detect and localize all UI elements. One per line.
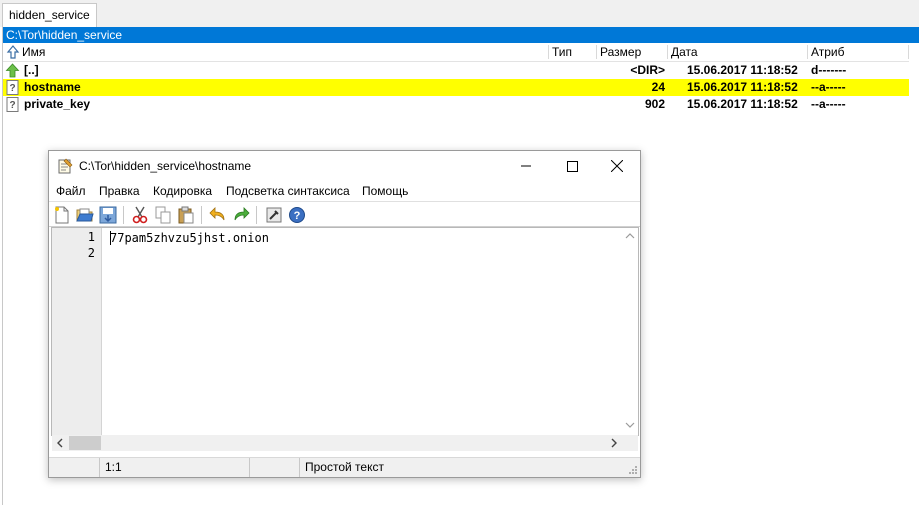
tab-hidden-service[interactable]: hidden_service <box>2 3 97 27</box>
current-path: C:\Tor\hidden_service <box>6 28 123 42</box>
toolbar-separator <box>123 206 124 224</box>
column-name[interactable]: Имя <box>22 43 45 61</box>
toolbar-separator <box>256 206 257 224</box>
status-empty-cell <box>249 458 299 477</box>
up-arrow-icon <box>5 63 20 78</box>
cut-icon[interactable] <box>131 206 149 224</box>
tab-label: hidden_service <box>9 8 90 22</box>
window-title: C:\Tor\hidden_service\hostname <box>79 159 252 173</box>
tab-strip: hidden_service <box>0 0 919 27</box>
menu-bar: Файл Правка Кодировка Подсветка синтакси… <box>49 181 640 201</box>
resize-grip-icon[interactable] <box>628 465 638 475</box>
maximize-icon <box>566 160 578 172</box>
unknown-file-icon: ? <box>6 80 19 95</box>
file-attr: d------- <box>811 63 847 77</box>
path-bar[interactable]: C:\Tor\hidden_service <box>3 27 919 43</box>
sort-up-arrow-icon[interactable] <box>6 44 20 60</box>
maximize-button[interactable] <box>549 151 595 181</box>
text-editor[interactable]: 1 2 77pam5zhvzu5jhst.onion <box>51 227 639 451</box>
syntax-mode[interactable]: Простой текст <box>299 458 499 477</box>
horizontal-scrollbar-track <box>52 435 638 451</box>
file-row-private-key[interactable]: ? private_key 902 15.06.2017 11:18:52 --… <box>3 96 909 113</box>
column-size[interactable]: Размер <box>600 43 641 61</box>
menu-syntax[interactable]: Подсветка синтаксиса <box>226 181 350 201</box>
text-caret <box>110 231 111 245</box>
column-separator[interactable] <box>807 45 808 59</box>
cursor-position: 1:1 <box>99 458 249 477</box>
status-bar: 1:1 Простой текст <box>49 457 640 477</box>
svg-text:?: ? <box>9 83 15 94</box>
file-date: 15.06.2017 11:18:52 <box>687 80 798 94</box>
file-size: 24 <box>651 80 665 94</box>
save-icon[interactable] <box>99 206 117 224</box>
column-separator[interactable] <box>548 45 549 59</box>
line-number: 1 <box>87 230 95 244</box>
menu-help[interactable]: Помощь <box>362 181 408 201</box>
copy-icon[interactable] <box>154 206 172 224</box>
paste-icon[interactable] <box>177 206 195 224</box>
line-number: 2 <box>87 246 95 260</box>
column-header: Имя Тип Размер Дата Атриб <box>3 43 909 62</box>
minimize-icon <box>521 165 531 167</box>
file-date: 15.06.2017 11:18:52 <box>687 97 798 111</box>
column-separator[interactable] <box>908 45 909 59</box>
column-separator[interactable] <box>596 45 597 59</box>
menu-edit[interactable]: Правка <box>99 181 140 201</box>
undo-icon[interactable] <box>209 206 227 224</box>
file-attr: --a----- <box>811 80 846 94</box>
new-file-icon[interactable] <box>53 206 71 224</box>
column-type[interactable]: Тип <box>552 43 572 61</box>
vertical-scrollbar[interactable] <box>622 228 638 435</box>
notepad-icon <box>58 158 73 174</box>
file-size: <DIR> <box>630 63 665 77</box>
close-icon <box>611 160 623 172</box>
line-number-gutter: 1 2 <box>52 228 102 435</box>
toolbar: ? <box>49 201 640 227</box>
file-size: 902 <box>644 97 665 111</box>
menu-encoding[interactable]: Кодировка <box>153 181 212 201</box>
open-folder-icon[interactable] <box>76 206 94 224</box>
unknown-file-icon: ? <box>6 97 19 112</box>
column-separator[interactable] <box>667 45 668 59</box>
column-date[interactable]: Дата <box>671 43 698 61</box>
title-bar[interactable]: C:\Tor\hidden_service\hostname <box>49 151 640 181</box>
file-attr: --a----- <box>811 97 846 111</box>
toolbar-separator <box>201 206 202 224</box>
menu-file[interactable]: Файл <box>56 181 86 201</box>
column-attr[interactable]: Атриб <box>811 43 845 61</box>
close-button[interactable] <box>594 151 640 181</box>
file-row-parent[interactable]: [..] <DIR> 15.06.2017 11:18:52 d------- <box>3 62 909 79</box>
file-row-hostname[interactable]: ? hostname 24 15.06.2017 11:18:52 --a---… <box>3 79 909 96</box>
editor-window: C:\Tor\hidden_service\hostname Файл Прав… <box>48 150 641 478</box>
settings-icon[interactable] <box>265 206 283 224</box>
file-date: 15.06.2017 11:18:52 <box>687 63 798 77</box>
help-icon[interactable]: ? <box>288 206 306 224</box>
horizontal-scrollbar[interactable] <box>52 435 638 451</box>
file-name: hostname <box>24 80 81 94</box>
vertical-scrollbar-arrows <box>625 233 635 428</box>
svg-text:?: ? <box>294 210 301 222</box>
svg-text:?: ? <box>9 100 15 111</box>
code-line: 77pam5zhvzu5jhst.onion <box>110 231 269 245</box>
file-name: [..] <box>24 63 39 77</box>
redo-icon[interactable] <box>232 206 250 224</box>
code-area[interactable]: 77pam5zhvzu5jhst.onion <box>110 230 269 262</box>
minimize-button[interactable] <box>503 151 549 181</box>
file-name: private_key <box>24 97 91 111</box>
